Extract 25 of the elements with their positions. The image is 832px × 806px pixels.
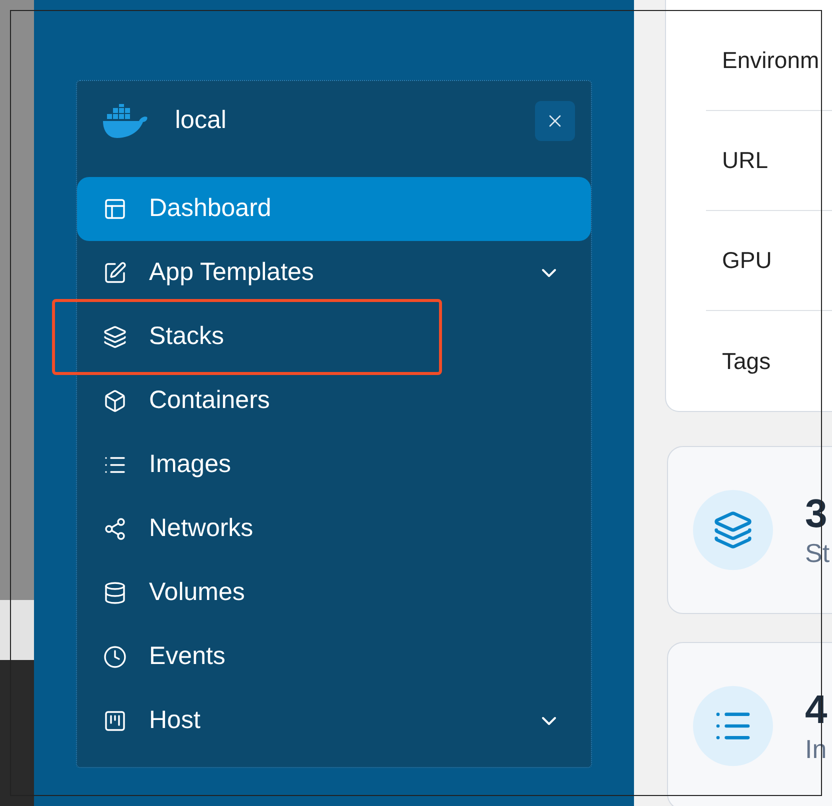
- menu-item[interactable]: Events: [77, 625, 591, 689]
- detail-label: Environm: [722, 46, 820, 76]
- pencil-square-icon: [103, 261, 127, 285]
- share-icon: [103, 517, 127, 541]
- environment-name: local: [175, 105, 226, 136]
- menu-item[interactable]: Stacks: [77, 305, 591, 369]
- detail-label: GPU: [722, 246, 772, 276]
- close-button[interactable]: [535, 101, 575, 141]
- menu-item[interactable]: App Templates: [77, 241, 591, 305]
- layers-icon: [713, 510, 753, 550]
- whale-logo-icon: [103, 104, 149, 138]
- menu-item[interactable]: Containers: [77, 369, 591, 433]
- detail-label: Tags: [722, 346, 771, 376]
- cube-icon: [103, 389, 127, 413]
- menu-item[interactable]: Volumes: [77, 561, 591, 625]
- clock-icon: [103, 645, 127, 669]
- menu-item[interactable]: Networks: [77, 497, 591, 561]
- menu-item[interactable]: Dashboard: [77, 177, 591, 241]
- menu-item[interactable]: Host: [77, 689, 591, 753]
- database-icon: [103, 581, 127, 605]
- menu-item[interactable]: Images: [77, 433, 591, 497]
- board-icon: [103, 709, 127, 733]
- detail-label: URL: [722, 146, 768, 176]
- layout-icon: [103, 197, 127, 221]
- layers-icon: [103, 325, 127, 349]
